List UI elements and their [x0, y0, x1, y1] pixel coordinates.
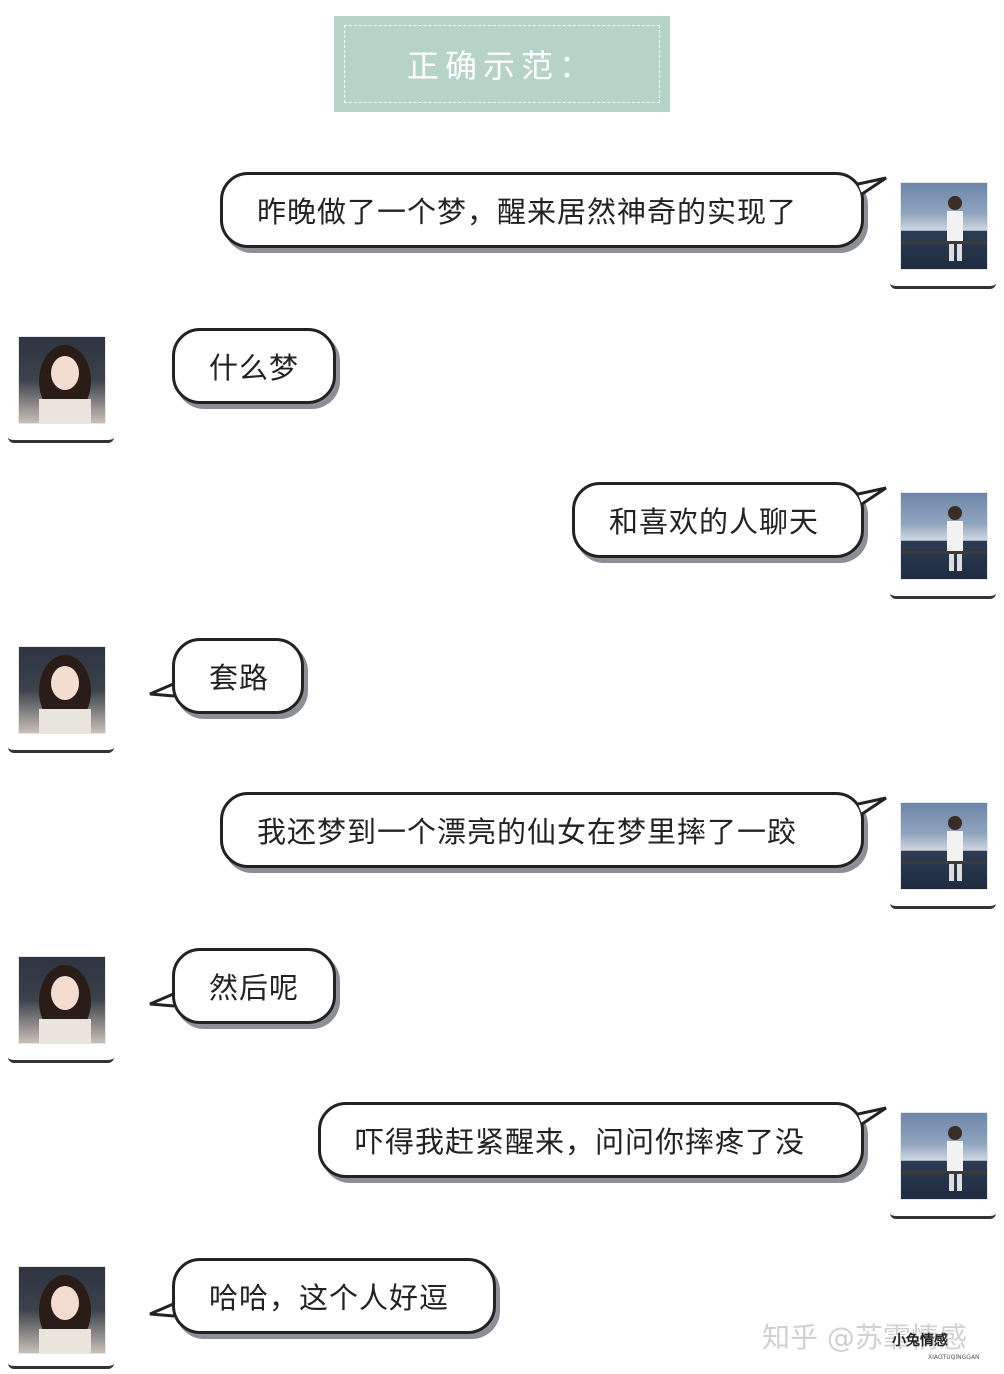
message-text: 和喜欢的人聊天 [609, 505, 820, 539]
person-icon [901, 816, 987, 881]
avatar-base [890, 588, 996, 599]
person-icon [39, 345, 91, 423]
person-icon [901, 1126, 987, 1191]
message-text: 哈哈，这个人好逗 [209, 1281, 450, 1315]
avatar-female[interactable] [18, 956, 106, 1044]
avatar-male[interactable] [900, 492, 988, 580]
message-bubble-incoming[interactable]: 哈哈，这个人好逗 [172, 1258, 496, 1334]
message-bubble-outgoing[interactable]: 和喜欢的人聊天 [572, 482, 864, 558]
message-bubble-incoming[interactable]: 什么梦 [172, 328, 336, 404]
message-bubble-outgoing[interactable]: 吓得我赶紧醒来，问问你摔疼了没 [318, 1102, 864, 1178]
brand-logo-text: 小兔情感 [892, 1333, 948, 1349]
bubble-tail-icon [858, 486, 887, 506]
avatar-male[interactable] [900, 182, 988, 270]
person-icon [901, 506, 987, 571]
message-text: 然后呢 [209, 971, 300, 1005]
bubble-tail-icon [858, 1106, 887, 1126]
message-bubble-incoming[interactable]: 套路 [172, 638, 304, 714]
avatar-base [890, 898, 996, 909]
message-bubble-incoming[interactable]: 然后呢 [172, 948, 336, 1024]
person-icon [39, 655, 91, 733]
banner-title: 正确示范： [344, 25, 660, 103]
avatar-female[interactable] [18, 1266, 106, 1354]
person-icon [901, 196, 987, 261]
bubble-tail-icon [858, 796, 887, 816]
avatar-male[interactable] [900, 802, 988, 890]
avatar-female[interactable] [18, 646, 106, 734]
avatar-base [8, 1052, 114, 1063]
avatar-base [8, 432, 114, 443]
bubble-tail-icon [858, 176, 887, 196]
avatar-base [890, 278, 996, 289]
message-text: 吓得我赶紧醒来，问问你摔疼了没 [355, 1125, 806, 1159]
message-text: 昨晚做了一个梦，醒来居然神奇的实现了 [257, 195, 798, 229]
brand-logo-subtext: XIAOTUQINGGAN [928, 1354, 980, 1361]
avatar-male[interactable] [900, 1112, 988, 1200]
brand-logo: 小兔情感 [892, 1330, 948, 1350]
avatar-base [890, 1208, 996, 1219]
message-text: 我还梦到一个漂亮的仙女在梦里摔了一跤 [257, 815, 798, 849]
person-icon [39, 1275, 91, 1353]
person-icon [39, 965, 91, 1043]
message-bubble-outgoing[interactable]: 昨晚做了一个梦，醒来居然神奇的实现了 [220, 172, 864, 248]
avatar-female[interactable] [18, 336, 106, 424]
message-text: 什么梦 [209, 351, 300, 385]
message-text: 套路 [209, 661, 270, 695]
avatar-base [8, 1358, 114, 1369]
message-bubble-outgoing[interactable]: 我还梦到一个漂亮的仙女在梦里摔了一跤 [220, 792, 864, 868]
example-banner: 正确示范： [334, 16, 670, 112]
avatar-base [8, 742, 114, 753]
